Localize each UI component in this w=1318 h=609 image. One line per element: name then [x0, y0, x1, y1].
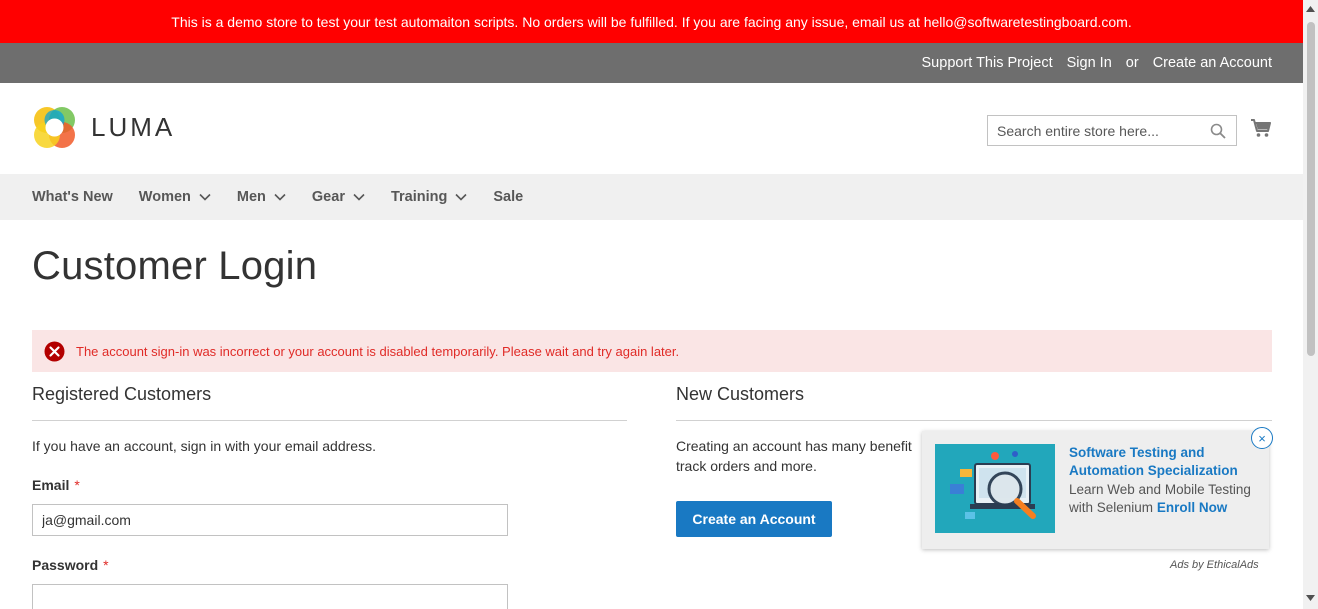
support-project-link[interactable]: Support This Project [922, 55, 1053, 71]
new-customers-intro-line1: Creating an account has many benefit [676, 438, 912, 454]
email-label-text: Email [32, 477, 70, 493]
demo-banner-text: This is a demo store to test your test a… [171, 13, 1132, 30]
ad-headline[interactable]: Software Testing and Automation Speciali… [1069, 445, 1238, 478]
password-label: Password * [32, 557, 109, 573]
ad-attribution[interactable]: Ads by EthicalAds [1170, 559, 1259, 571]
registered-divider [32, 420, 627, 421]
scroll-down-arrow-icon[interactable] [1306, 595, 1315, 601]
page-title: Customer Login [32, 244, 318, 288]
search-icon[interactable] [1210, 123, 1226, 139]
email-field[interactable] [32, 504, 508, 536]
scroll-up-arrow-icon[interactable] [1306, 6, 1315, 12]
nav-label: What's New [32, 189, 113, 205]
main-navigation: What's New Women Men Gear Training Sale [0, 174, 1303, 220]
site-header: LUMA [0, 83, 1303, 174]
nav-label: Gear [311, 189, 345, 205]
registered-intro: If you have an account, sign in with you… [32, 438, 376, 454]
create-account-link[interactable]: Create an Account [1153, 55, 1272, 71]
nav-item-whats-new[interactable]: What's New [32, 189, 113, 205]
chevron-down-icon [274, 193, 286, 201]
luma-logo-icon [34, 107, 75, 148]
chevron-down-icon [199, 193, 211, 201]
new-customers-divider [676, 420, 1272, 421]
required-mark: * [74, 477, 80, 493]
luma-logo[interactable]: LUMA [32, 105, 175, 150]
ad-image[interactable] [935, 444, 1055, 533]
ad-close-button[interactable]: × [1251, 427, 1273, 449]
error-message-text: The account sign-in was incorrect or you… [76, 343, 680, 359]
new-customers-intro-line2: track orders and more. [676, 458, 817, 474]
nav-label: Training [390, 189, 448, 205]
logo-text: LUMA [91, 112, 176, 142]
nav-item-sale[interactable]: Sale [493, 189, 523, 205]
nav-item-training[interactable]: Training [391, 189, 467, 205]
chevron-down-icon [455, 193, 467, 201]
shopping-cart-icon[interactable] [1250, 117, 1272, 139]
nav-list: What's New Women Men Gear Training Sale [0, 174, 1303, 220]
header-links: Support This Project Sign In or Create a… [922, 43, 1272, 83]
panel-header: Support This Project Sign In or Create a… [0, 43, 1303, 83]
nav-label: Men [236, 189, 266, 205]
error-icon [44, 341, 65, 361]
nav-item-gear[interactable]: Gear [312, 189, 365, 205]
nav-label: Women [138, 189, 191, 205]
new-customers-title: New Customers [676, 384, 805, 404]
nav-item-men[interactable]: Men [237, 189, 286, 205]
error-message: The account sign-in was incorrect or you… [32, 330, 1272, 372]
ethical-ad[interactable]: Software Testing and Automation Speciali… [922, 431, 1269, 549]
sign-in-link[interactable]: Sign In [1067, 55, 1112, 71]
nav-label: Sale [493, 189, 524, 205]
new-customers-intro: Creating an account has many benefit tra… [676, 436, 912, 476]
ad-illustration [935, 444, 1055, 533]
password-field[interactable] [32, 584, 508, 609]
scrollbar-thumb[interactable] [1307, 22, 1315, 356]
chevron-down-icon [353, 193, 365, 201]
password-label-text: Password [32, 557, 99, 573]
create-account-button[interactable]: Create an Account [676, 501, 832, 537]
ad-cta[interactable]: Enroll Now [1157, 500, 1228, 515]
registered-customers-title: Registered Customers [32, 384, 212, 404]
required-mark: * [103, 557, 109, 573]
search-box [987, 115, 1237, 146]
nav-item-women[interactable]: Women [139, 189, 211, 205]
header-or-text: or [1125, 55, 1139, 71]
email-label: Email * [32, 477, 80, 493]
search-input[interactable] [988, 116, 1198, 145]
ad-text[interactable]: Software Testing and Automation Speciali… [1069, 444, 1259, 517]
page-scrollbar[interactable] [1303, 0, 1318, 609]
demo-store-banner: This is a demo store to test your test a… [0, 0, 1303, 43]
